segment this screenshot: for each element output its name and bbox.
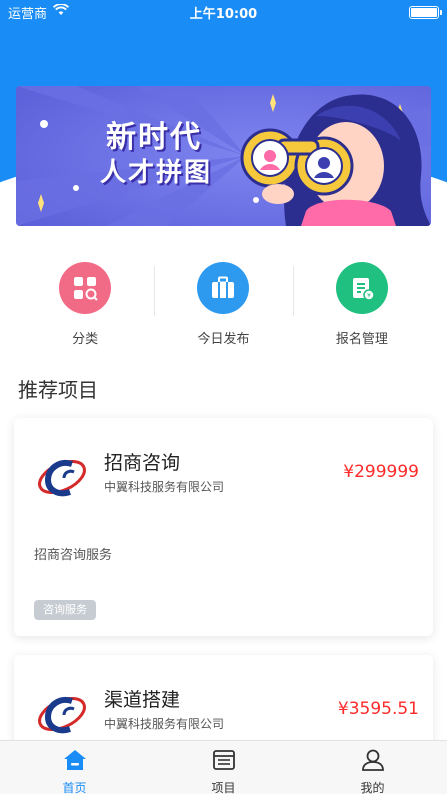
list-icon (211, 748, 237, 776)
wifi-icon (52, 3, 70, 20)
tab-projects[interactable]: 项目 (149, 741, 298, 794)
tab-bar: 首页 项目 我的 (0, 740, 447, 794)
project-company: 中翼科技服务有限公司 (104, 480, 225, 494)
quick-entry-category[interactable]: 分类 (16, 262, 154, 352)
tab-label: 首页 (62, 781, 87, 794)
banner-title-line2: 人才拼图 (100, 158, 213, 188)
quick-entry-signup[interactable]: ¥ 报名管理 (292, 262, 431, 352)
quick-entry-row: 分类 今日发布 ¥ 报名管理 (16, 262, 431, 352)
project-title: 渠道搭建 (104, 689, 181, 711)
briefcase-icon (197, 262, 250, 314)
profile-icon (360, 748, 386, 776)
quick-entry-today[interactable]: 今日发布 (154, 262, 292, 352)
company-logo (34, 689, 90, 739)
document-icon: ¥ (335, 262, 388, 314)
svg-text:¥: ¥ (367, 293, 371, 300)
project-card[interactable]: 招商咨询 中翼科技服务有限公司 ¥299999 招商咨询服务 咨询服务 (14, 418, 433, 636)
quick-entry-label: 报名管理 (335, 332, 388, 347)
project-description: 招商咨询服务 (34, 548, 113, 563)
quick-entry-label: 今日发布 (197, 332, 250, 347)
project-price: ¥299999 (343, 462, 419, 482)
section-title: 推荐项目 (18, 378, 98, 402)
quick-entry-label: 分类 (72, 332, 99, 347)
category-icon (59, 262, 112, 314)
home-icon (62, 748, 88, 776)
banner-title-line1: 新时代 (106, 120, 202, 155)
carrier-label: 运营商 (8, 6, 48, 22)
banner-illustration (16, 86, 431, 226)
tab-label: 我的 (360, 781, 385, 794)
promo-banner[interactable]: 新时代 人才拼图 (16, 86, 431, 226)
battery-icon (409, 5, 442, 19)
tab-home[interactable]: 首页 (0, 741, 149, 794)
project-title: 招商咨询 (104, 452, 181, 474)
project-price: ¥3595.51 (337, 699, 419, 719)
tab-profile[interactable]: 我的 (298, 741, 447, 794)
tab-label: 项目 (211, 781, 236, 794)
company-logo (34, 452, 90, 502)
project-tag: 咨询服务 (34, 600, 96, 620)
status-left: 运营商 (8, 3, 70, 22)
project-company: 中翼科技服务有限公司 (104, 717, 225, 731)
status-bar: 运营商 上午10:00 (0, 0, 447, 24)
